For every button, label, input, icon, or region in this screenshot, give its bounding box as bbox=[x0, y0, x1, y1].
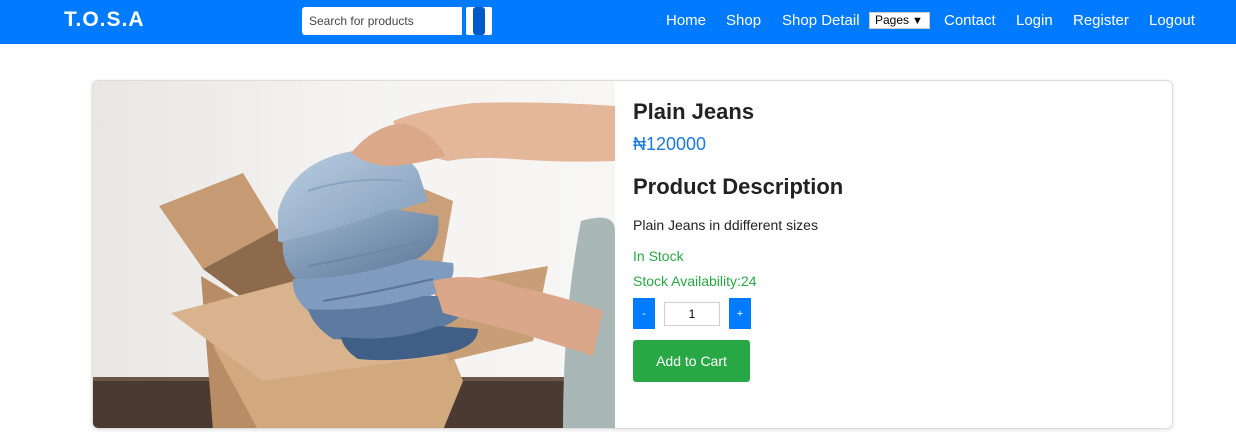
pages-dropdown-label: Pages bbox=[875, 13, 910, 27]
search-input[interactable] bbox=[302, 7, 462, 35]
quantity-increment-button[interactable]: + bbox=[729, 298, 751, 329]
nav-home[interactable]: Home bbox=[666, 12, 706, 29]
stock-availability: Stock Availability:24 bbox=[633, 273, 757, 289]
product-title: Plain Jeans bbox=[633, 99, 755, 124]
product-description: Plain Jeans in ddifferent sizes bbox=[633, 217, 818, 233]
nav-shop[interactable]: Shop bbox=[726, 12, 761, 29]
nav-login[interactable]: Login bbox=[1016, 12, 1053, 29]
add-to-cart-button[interactable]: Add to Cart bbox=[633, 340, 750, 382]
quantity-decrement-button[interactable]: - bbox=[633, 298, 655, 329]
product-card: Plain Jeans ₦120000 Product Description … bbox=[92, 80, 1173, 429]
description-heading: Product Description bbox=[633, 174, 844, 199]
search-icon bbox=[473, 7, 485, 35]
top-navbar: T.O.S.A Home Shop Shop Detail Pages▼ Con… bbox=[0, 0, 1236, 44]
product-image bbox=[93, 81, 615, 428]
product-details: Plain Jeans ₦120000 Product Description … bbox=[633, 81, 1153, 428]
product-price: ₦120000 bbox=[633, 134, 707, 154]
nav-contact[interactable]: Contact bbox=[944, 12, 996, 29]
nav-pages-dropdown[interactable]: Pages ▼ bbox=[869, 12, 930, 29]
search-button[interactable] bbox=[466, 7, 492, 35]
quantity-input[interactable] bbox=[664, 302, 720, 326]
chevron-down-icon: ▼ bbox=[912, 15, 923, 27]
stock-status: In Stock bbox=[633, 248, 684, 264]
nav-shop-detail[interactable]: Shop Detail bbox=[782, 12, 860, 29]
nav-register[interactable]: Register bbox=[1073, 12, 1129, 29]
brand-logo[interactable]: T.O.S.A bbox=[64, 8, 145, 32]
nav-logout[interactable]: Logout bbox=[1149, 12, 1195, 29]
